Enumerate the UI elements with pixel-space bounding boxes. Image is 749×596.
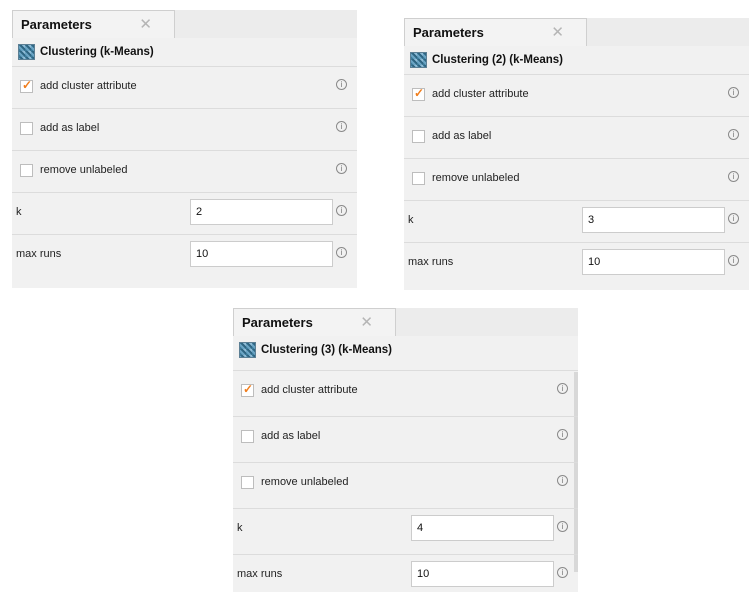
param-k: k 2 i <box>12 192 357 234</box>
close-icon[interactable]: ✕ <box>360 313 373 331</box>
max-runs-label: max runs <box>408 256 454 268</box>
param-add-cluster-attribute: ✓ add cluster attribute i <box>233 370 578 412</box>
operator-name: Clustering (2) (k-Means) <box>432 54 563 66</box>
add-as-label-label: add as label <box>432 130 492 142</box>
tab-label: Parameters <box>242 315 313 330</box>
parameters-panel-2: Parameters ✕ Clustering (2) (k-Means) ✓ … <box>404 18 749 290</box>
add-cluster-attribute-checkbox[interactable]: ✓ <box>412 86 425 101</box>
add-as-label-checkbox[interactable] <box>20 122 33 135</box>
info-icon[interactable]: i <box>728 129 739 140</box>
add-as-label-label: add as label <box>40 122 100 134</box>
operator-name: Clustering (3) (k-Means) <box>261 344 392 356</box>
add-as-label-label: add as label <box>261 430 321 442</box>
clustering-icon <box>239 342 256 358</box>
remove-unlabeled-checkbox[interactable] <box>412 172 425 185</box>
k-label: k <box>237 522 243 534</box>
parameters-body: Clustering (2) (k-Means) ✓ add cluster a… <box>404 46 749 290</box>
close-icon[interactable]: ✕ <box>551 23 564 41</box>
max-runs-label: max runs <box>16 248 62 260</box>
k-label: k <box>16 206 22 218</box>
k-input[interactable]: 3 <box>582 207 725 233</box>
clustering-icon <box>18 44 35 60</box>
close-icon[interactable]: ✕ <box>139 15 152 33</box>
checkmark-icon: ✓ <box>22 78 33 92</box>
param-add-cluster-attribute: ✓ add cluster attribute i <box>404 74 749 116</box>
info-icon[interactable]: i <box>728 171 739 182</box>
k-input[interactable]: 2 <box>190 199 333 225</box>
info-icon[interactable]: i <box>336 163 347 174</box>
clustering-icon <box>410 52 427 68</box>
info-icon[interactable]: i <box>336 247 347 258</box>
param-add-as-label: add as label i <box>233 416 578 458</box>
add-cluster-attribute-checkbox[interactable]: ✓ <box>241 382 254 397</box>
param-k: k 4 i <box>233 508 578 550</box>
param-add-as-label: add as label i <box>12 108 357 150</box>
tab-label: Parameters <box>413 25 484 40</box>
info-icon[interactable]: i <box>557 475 568 486</box>
k-label: k <box>408 214 414 226</box>
add-cluster-attribute-label: add cluster attribute <box>432 88 529 100</box>
add-as-label-checkbox[interactable] <box>412 130 425 143</box>
info-icon[interactable]: i <box>728 213 739 224</box>
info-icon[interactable]: i <box>336 205 347 216</box>
add-cluster-attribute-label: add cluster attribute <box>261 384 358 396</box>
max-runs-label: max runs <box>237 568 283 580</box>
info-icon[interactable]: i <box>557 383 568 394</box>
max-runs-input[interactable]: 10 <box>411 561 554 587</box>
add-cluster-attribute-label: add cluster attribute <box>40 80 137 92</box>
add-cluster-attribute-checkbox[interactable]: ✓ <box>20 78 33 93</box>
remove-unlabeled-checkbox[interactable] <box>241 476 254 489</box>
remove-unlabeled-checkbox[interactable] <box>20 164 33 177</box>
info-icon[interactable]: i <box>557 567 568 578</box>
param-max-runs: max runs 10 i <box>233 554 578 596</box>
parameters-body: Clustering (3) (k-Means) ✓ add cluster a… <box>233 336 578 592</box>
operator-title: Clustering (3) (k-Means) <box>239 342 392 358</box>
k-input[interactable]: 4 <box>411 515 554 541</box>
param-max-runs: max runs 10 i <box>404 242 749 284</box>
param-remove-unlabeled: remove unlabeled i <box>12 150 357 192</box>
param-k: k 3 i <box>404 200 749 242</box>
tab-label: Parameters <box>21 17 92 32</box>
add-as-label-checkbox[interactable] <box>241 430 254 443</box>
param-add-as-label: add as label i <box>404 116 749 158</box>
remove-unlabeled-label: remove unlabeled <box>432 172 520 184</box>
checkmark-icon: ✓ <box>243 382 254 396</box>
parameters-body: Clustering (k-Means) ✓ add cluster attri… <box>12 38 357 288</box>
parameters-panel-3: Parameters ✕ Clustering (3) (k-Means) ✓ … <box>233 308 578 592</box>
parameters-panel-1: Parameters ✕ Clustering (k-Means) ✓ add … <box>12 10 357 288</box>
info-icon[interactable]: i <box>728 87 739 98</box>
max-runs-input[interactable]: 10 <box>582 249 725 275</box>
tab-bar: Parameters ✕ <box>404 18 749 47</box>
operator-title: Clustering (2) (k-Means) <box>410 52 563 68</box>
tab-bar: Parameters ✕ <box>12 10 357 39</box>
tab-parameters[interactable]: Parameters ✕ <box>12 10 175 39</box>
info-icon[interactable]: i <box>557 429 568 440</box>
tab-bar: Parameters ✕ <box>233 308 578 337</box>
operator-title: Clustering (k-Means) <box>18 44 154 60</box>
info-icon[interactable]: i <box>557 521 568 532</box>
info-icon[interactable]: i <box>336 121 347 132</box>
param-remove-unlabeled: remove unlabeled i <box>233 462 578 504</box>
info-icon[interactable]: i <box>336 79 347 90</box>
max-runs-input[interactable]: 10 <box>190 241 333 267</box>
info-icon[interactable]: i <box>728 255 739 266</box>
param-add-cluster-attribute: ✓ add cluster attribute i <box>12 66 357 108</box>
param-max-runs: max runs 10 i <box>12 234 357 276</box>
remove-unlabeled-label: remove unlabeled <box>40 164 128 176</box>
param-remove-unlabeled: remove unlabeled i <box>404 158 749 200</box>
tab-parameters[interactable]: Parameters ✕ <box>233 308 396 337</box>
remove-unlabeled-label: remove unlabeled <box>261 476 349 488</box>
operator-name: Clustering (k-Means) <box>40 46 154 58</box>
checkmark-icon: ✓ <box>414 86 425 100</box>
tab-parameters[interactable]: Parameters ✕ <box>404 18 587 47</box>
